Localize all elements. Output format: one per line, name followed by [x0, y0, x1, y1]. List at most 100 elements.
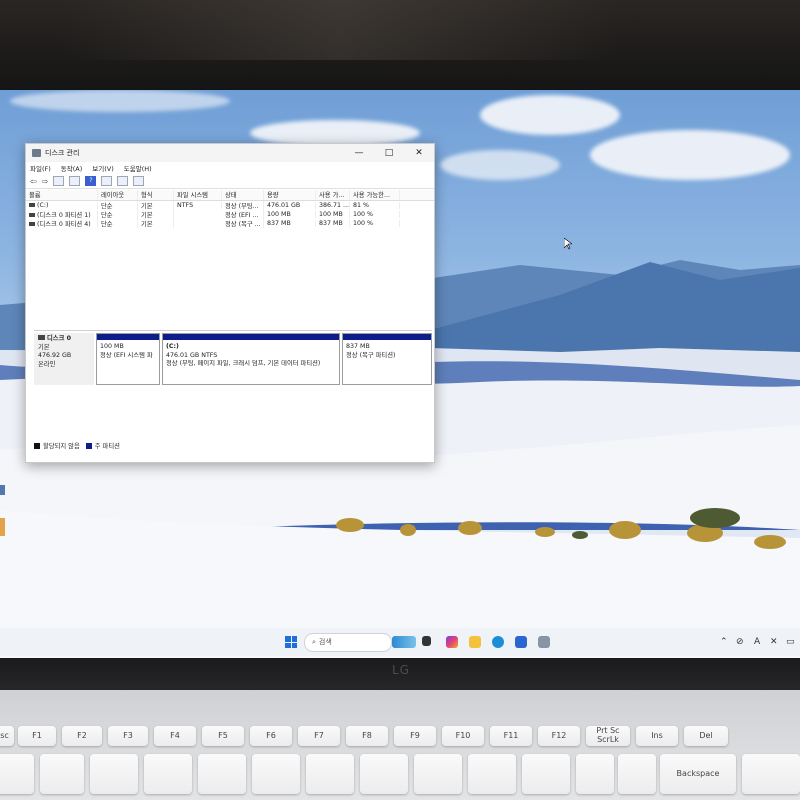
window-titlebar[interactable]: 디스크 관리 — □ ✕	[26, 144, 434, 162]
key-f7: F7	[298, 726, 340, 746]
partition-recovery[interactable]: 837 MB 정상 (복구 파티션)	[342, 333, 432, 385]
key	[252, 754, 300, 794]
col-status[interactable]: 상태	[222, 190, 264, 200]
key-f1: F1	[18, 726, 56, 746]
menu-action[interactable]: 동작(A)	[61, 163, 82, 173]
back-arrow-icon[interactable]: ⇦	[30, 177, 37, 186]
disk-0-label[interactable]: 디스크 0 기본 476.92 GB 온라인	[34, 333, 94, 385]
bezel-reflection	[60, 0, 620, 60]
check-icon[interactable]	[117, 176, 129, 186]
volume-status: 정상 (복구 ...	[222, 219, 264, 228]
disk-management-taskbar-icon[interactable]	[538, 636, 550, 648]
refresh-icon[interactable]	[133, 176, 145, 186]
laptop-keyboard: Esc F1 F2 F3 F4 F5 F6 F7 F8 F9 F10 F11 F…	[0, 690, 800, 800]
disk-management-icon	[32, 149, 41, 157]
task-view-icon[interactable]	[422, 636, 431, 646]
menu-file[interactable]: 파일(F)	[30, 163, 51, 173]
volume-list: 볼륨 레이아웃 형식 파일 시스템 상태 용량 사용 가... 사용 가능한..…	[26, 190, 434, 325]
volume-label: (디스크 0 파티션 4)	[37, 221, 91, 228]
volume-name: (C:)	[26, 202, 98, 209]
windows-logo-tile	[285, 642, 291, 648]
col-percent-free[interactable]: 사용 가능한...	[350, 190, 400, 200]
partition-efi[interactable]: 100 MB 정상 (EFI 시스템 파	[96, 333, 160, 385]
maximize-button[interactable]: □	[374, 148, 404, 158]
volume-layout: 단순	[98, 219, 138, 228]
taskbar-search[interactable]: ⌕ 검색	[304, 633, 392, 652]
widgets-icon[interactable]	[392, 636, 416, 648]
key-f11: F11	[490, 726, 532, 746]
key	[742, 754, 800, 794]
volume-type: 기본	[138, 219, 174, 228]
forward-arrow-icon[interactable]: ⇨	[42, 177, 49, 186]
key-f3: F3	[108, 726, 148, 746]
volume-free: 837 MB	[316, 220, 350, 227]
taskbar: ⌕ 검색 ⌃ ⊘ A ✕ ▭	[0, 628, 800, 656]
key	[144, 754, 192, 794]
col-filesystem[interactable]: 파일 시스템	[174, 190, 222, 200]
copilot-icon[interactable]	[446, 636, 458, 648]
col-layout[interactable]: 레이아웃	[98, 190, 138, 200]
disk-management-window[interactable]: 디스크 관리 — □ ✕ 파일(F) 동작(A) 보기(V) 도움말(H) ⇦ …	[25, 143, 435, 463]
help-icon[interactable]: ?	[85, 176, 97, 186]
laptop-bezel-top	[0, 0, 800, 90]
volume-label: (디스크 0 파티션 1)	[37, 212, 91, 219]
col-volume[interactable]: 볼륨	[26, 190, 98, 200]
properties-icon[interactable]	[69, 176, 81, 186]
volume-list-header: 볼륨 레이아웃 형식 파일 시스템 상태 용량 사용 가... 사용 가능한..…	[26, 190, 434, 201]
disk-graphical-view: 디스크 0 기본 476.92 GB 온라인 100 MB 정상 (EFI 시스…	[34, 330, 432, 439]
desktop-icon[interactable]	[0, 485, 5, 495]
col-capacity[interactable]: 용량	[264, 190, 316, 200]
key-f10: F10	[442, 726, 484, 746]
key	[468, 754, 516, 794]
ime-indicator-icon[interactable]: A	[754, 637, 760, 647]
volume-row[interactable]: (C:) 단순 기본 NTFS 정상 (부팅... 476.01 GB 386.…	[26, 201, 434, 210]
desktop-icon[interactable]	[0, 518, 5, 536]
toolbar: ⇦ ⇨ ?	[26, 174, 434, 189]
key-f8: F8	[346, 726, 388, 746]
menu-view[interactable]: 보기(V)	[92, 163, 113, 173]
store-icon[interactable]	[515, 636, 527, 648]
speaker-muted-icon[interactable]: ✕	[770, 637, 778, 647]
key-f4: F4	[154, 726, 196, 746]
edge-browser-icon[interactable]	[492, 636, 504, 648]
volume-type: 기본	[138, 201, 174, 210]
key	[360, 754, 408, 794]
windows-logo-tile	[291, 642, 297, 648]
list-view-icon[interactable]	[101, 176, 113, 186]
col-free-space[interactable]: 사용 가...	[316, 190, 350, 200]
volume-pct: 100 %	[350, 211, 400, 218]
battery-icon[interactable]: ▭	[786, 637, 795, 647]
legend-unallocated-swatch	[34, 442, 40, 449]
volume-capacity: 100 MB	[264, 211, 316, 218]
volume-row[interactable]: (디스크 0 파티션 4) 단순 기본 정상 (복구 ... 837 MB 83…	[26, 219, 434, 228]
console-tree-icon[interactable]	[53, 176, 65, 186]
file-explorer-icon[interactable]	[469, 636, 481, 648]
key-del: Del	[684, 726, 728, 746]
volume-free: 386.71 ...	[316, 202, 350, 209]
minimize-button[interactable]: —	[344, 148, 374, 158]
volume-capacity: 476.01 GB	[264, 202, 316, 209]
key-prtsc: Prt Sc ScrLk	[586, 726, 630, 746]
partition-c[interactable]: (C:) 476.01 GB NTFS 정상 (부팅, 페이지 파일, 크래시 …	[162, 333, 340, 385]
brand-logo: LG	[392, 663, 410, 677]
col-type[interactable]: 형식	[138, 190, 174, 200]
key	[0, 754, 34, 794]
volume-name: (디스크 0 파티션 1)	[26, 210, 98, 219]
partition-title: (C:)	[166, 343, 179, 350]
key-f9: F9	[394, 726, 436, 746]
start-button[interactable]	[285, 636, 297, 648]
close-button[interactable]: ✕	[404, 148, 434, 158]
menu-help[interactable]: 도움말(H)	[124, 163, 152, 173]
key	[90, 754, 138, 794]
legend-primary: 주 파티션	[94, 443, 120, 450]
drive-icon	[29, 213, 35, 217]
volume-status: 정상 (EFI ...	[222, 210, 264, 219]
tray-chevron-icon[interactable]: ⌃	[720, 637, 728, 647]
volume-layout: 단순	[98, 201, 138, 210]
volume-row[interactable]: (디스크 0 파티션 1) 단순 기본 정상 (EFI ... 100 MB 1…	[26, 210, 434, 219]
disk-kind: 기본	[38, 343, 50, 351]
disk-name: 디스크 0	[38, 335, 90, 344]
key	[40, 754, 84, 794]
volume-capacity: 837 MB	[264, 220, 316, 227]
network-off-icon[interactable]: ⊘	[736, 637, 744, 647]
